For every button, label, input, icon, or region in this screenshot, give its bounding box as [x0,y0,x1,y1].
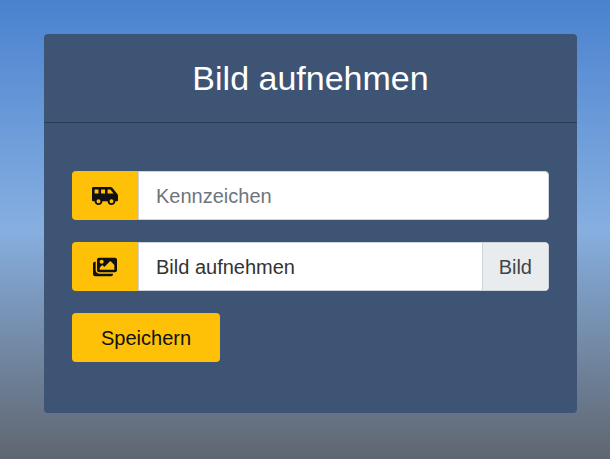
file-input-group[interactable]: Bild aufnehmenBild [72,242,549,291]
page: Bild aufnehmenBild aufnehmenBildSpeicher… [0,0,610,459]
file-label: Bild aufnehmen [139,243,482,290]
form-card: Bild aufnehmenBild aufnehmenBildSpeicher… [44,34,577,413]
text-input-group[interactable] [72,171,549,220]
save-button[interactable]: Speichern [72,313,220,362]
input-addon [72,171,138,220]
van-icon [92,184,118,208]
plate-input[interactable] [138,171,549,220]
card-title: Bild aufnehmen [192,53,428,104]
file-input[interactable]: Bild aufnehmenBild [138,242,549,291]
card-header: Bild aufnehmen [44,34,577,123]
images-icon [93,255,117,279]
browse-button[interactable]: Bild [482,243,548,290]
card-body: Bild aufnehmenBild Speichern [44,123,577,362]
input-addon [72,242,138,291]
